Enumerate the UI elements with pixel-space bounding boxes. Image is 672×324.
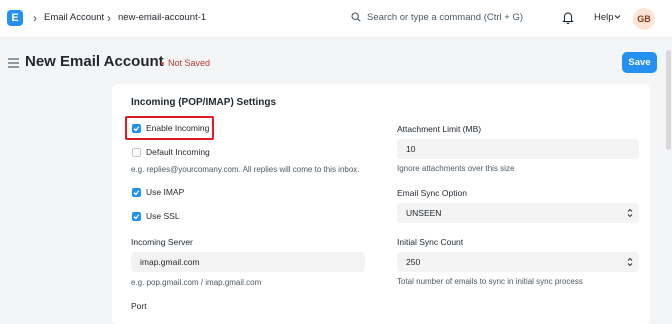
select-arrows-icon [627, 208, 633, 218]
incoming-server-label: Incoming Server [131, 237, 193, 247]
app-logo[interactable]: E [7, 10, 23, 26]
page-scrollbar[interactable] [666, 50, 671, 150]
attachment-limit-description: Ignore attachments over this size [397, 164, 515, 173]
search-input[interactable]: Search or type a command (Ctrl + G) [367, 12, 523, 23]
sidebar-toggle-icon[interactable] [8, 58, 19, 68]
breadcrumb-current-doc[interactable]: new-email-account-1 [118, 12, 206, 23]
help-menu[interactable]: Help [594, 12, 614, 23]
breadcrumb-chevron-icon: › [107, 11, 111, 25]
page-title: New Email Account [25, 53, 164, 70]
default-incoming-checkbox[interactable] [132, 148, 141, 157]
use-imap-label[interactable]: Use IMAP [146, 187, 184, 197]
search-icon[interactable] [351, 12, 361, 22]
top-navbar: E › Email Account › new-email-account-1 … [0, 0, 672, 38]
status-dot-icon [161, 62, 164, 66]
check-icon [133, 190, 140, 196]
email-sync-option-select[interactable]: UNSEEN [397, 203, 639, 223]
incoming-server-input[interactable]: imap.gmail.com [131, 252, 365, 272]
chevron-down-icon[interactable] [614, 14, 621, 20]
incoming-server-description: e.g. pop.gmail.com / imap.gmail.com [131, 278, 262, 287]
annotation-highlight-box [125, 116, 214, 140]
attachment-limit-label: Attachment Limit (MB) [397, 124, 482, 134]
default-incoming-description: e.g. replies@yourcomany.com. All replies… [131, 165, 360, 174]
status-indicator: Not Saved [161, 58, 210, 68]
initial-sync-count-label: Initial Sync Count [397, 237, 464, 247]
notification-bell-icon[interactable] [562, 11, 574, 24]
avatar[interactable]: GB [633, 8, 655, 30]
use-imap-checkbox[interactable] [132, 188, 141, 197]
port-label: Port [131, 301, 147, 311]
save-button[interactable]: Save [622, 52, 657, 73]
breadcrumb-email-account[interactable]: Email Account [44, 12, 104, 23]
default-incoming-label[interactable]: Default Incoming [146, 147, 210, 157]
email-sync-option-value: UNSEEN [406, 208, 442, 218]
section-title: Incoming (POP/IMAP) Settings [131, 97, 277, 108]
attachment-limit-input[interactable]: 10 [397, 139, 639, 159]
check-icon [133, 214, 140, 220]
use-ssl-label[interactable]: Use SSL [146, 211, 180, 221]
use-ssl-checkbox[interactable] [132, 212, 141, 221]
initial-sync-count-value: 250 [406, 257, 421, 267]
initial-sync-count-description: Total number of emails to sync in initia… [397, 277, 583, 286]
breadcrumb-chevron-icon: › [33, 11, 37, 25]
status-text: Not Saved [168, 58, 211, 68]
email-sync-option-label: Email Sync Option [397, 188, 467, 198]
initial-sync-count-select[interactable]: 250 [397, 252, 639, 272]
select-arrows-icon [627, 257, 633, 267]
